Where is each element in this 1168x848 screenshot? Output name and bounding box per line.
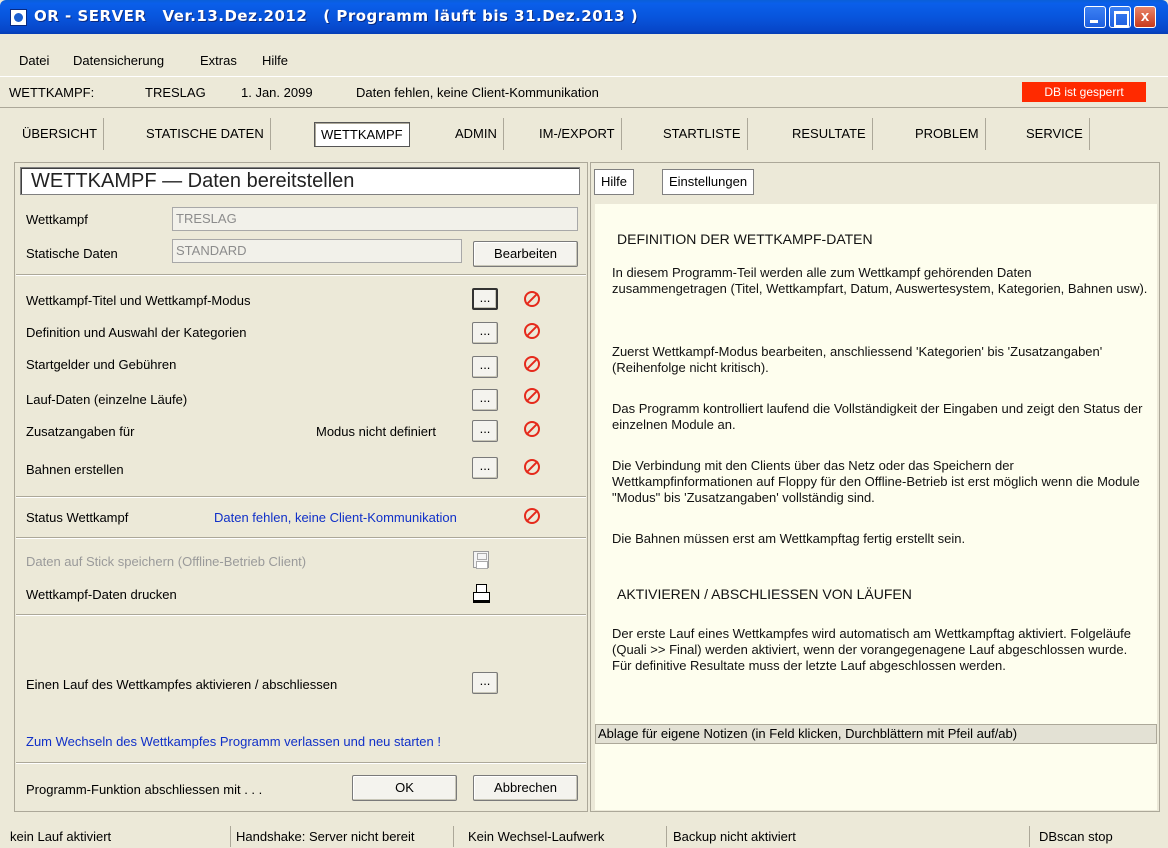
- divider: [16, 496, 586, 498]
- prohibited-icon: [524, 291, 540, 307]
- help-paragraph: Der erste Lauf eines Wettkampfes wird au…: [612, 626, 1132, 673]
- divider: [16, 762, 586, 764]
- close-icon: x: [1140, 8, 1150, 25]
- divider: [16, 274, 586, 276]
- tab-admin[interactable]: ADMIN: [449, 118, 504, 150]
- info-label: WETTKAMPF:: [9, 85, 95, 100]
- status-handshake: Handshake: Server nicht bereit: [233, 826, 454, 847]
- close-button[interactable]: x: [1134, 6, 1156, 28]
- tab-wettkampf[interactable]: WETTKAMPF: [314, 122, 410, 147]
- module-label-courses: Bahnen erstellen: [26, 462, 124, 477]
- menu-hilfe[interactable]: Hilfe: [262, 53, 288, 68]
- status-run: kein Lauf aktiviert: [7, 826, 231, 847]
- module-label-title-mode: Wettkampf-Titel und Wettkampf-Modus: [26, 293, 251, 308]
- module-categories-button[interactable]: ...: [472, 322, 498, 344]
- module-label-runs: Lauf-Daten (einzelne Läufe): [26, 392, 188, 407]
- prohibited-icon: [524, 459, 540, 475]
- status-value: Daten fehlen, keine Client-Kommunikation: [214, 510, 457, 525]
- print-label: Wettkampf-Daten drucken: [26, 587, 177, 602]
- title-bar: OR - SERVER Ver.13.Dez.2012 ( Programm läu…: [0, 0, 1168, 34]
- module-runs-button[interactable]: ...: [472, 389, 498, 411]
- notes-area[interactable]: [595, 744, 1157, 810]
- prohibited-icon: [524, 356, 540, 372]
- tab-uebersicht[interactable]: ÜBERSICHT: [16, 118, 105, 150]
- tab-im-export[interactable]: IM-/EXPORT: [533, 118, 622, 150]
- minimize-button[interactable]: [1084, 6, 1106, 28]
- prohibited-icon: [524, 508, 540, 524]
- module-courses-button[interactable]: ...: [472, 457, 498, 479]
- help-heading-definition: DEFINITION DER WETTKAMPF-DATEN: [617, 231, 873, 247]
- module-label-additional: Zusatzangaben für: [26, 424, 135, 439]
- tab-resultate[interactable]: RESULTATE: [786, 118, 873, 150]
- help-paragraph: In diesem Programm-Teil werden alle zum …: [612, 265, 1148, 296]
- divider: [16, 537, 586, 539]
- title-validity: ( Programm läuft bis 31.Dez.2013 ): [323, 7, 639, 25]
- menu-datei[interactable]: Datei: [19, 53, 49, 68]
- tab-hilfe[interactable]: Hilfe: [594, 169, 635, 195]
- module-label-categories: Definition und Auswahl der Kategorien: [26, 325, 247, 340]
- tab-einstellungen[interactable]: Einstellungen: [662, 169, 755, 195]
- module-label-fees: Startgelder und Gebühren: [26, 357, 177, 372]
- cancel-button[interactable]: Abbrechen: [473, 775, 578, 801]
- stick-save-label: Daten auf Stick speichern (Offline-Betri…: [26, 554, 307, 569]
- floppy-icon[interactable]: [473, 551, 489, 569]
- help-paragraph: Die Verbindung mit den Clients über das …: [612, 458, 1140, 505]
- main-tab-bar: ÜBERSICHT STATISCHE DATEN WETTKAMPF ADMI…: [0, 110, 1168, 156]
- info-competition-name: TRESLAG: [145, 85, 206, 100]
- module-additional-button[interactable]: ...: [472, 420, 498, 442]
- status-label: Status Wettkampf: [26, 510, 129, 525]
- info-date: 1. Jan. 2099: [241, 85, 313, 100]
- ok-button[interactable]: OK: [352, 775, 457, 801]
- tab-service[interactable]: SERVICE: [1020, 118, 1090, 150]
- activate-run-button[interactable]: ...: [472, 672, 498, 694]
- status-bar: kein Lauf aktiviert Handshake: Server ni…: [0, 824, 1168, 848]
- db-status-badge: DB ist gesperrt: [1022, 82, 1146, 102]
- edit-button[interactable]: Bearbeiten: [473, 241, 578, 267]
- status-drive: Kein Wechsel-Laufwerk: [465, 826, 667, 847]
- menu-bar: Datei Datensicherung Extras Hilfe: [0, 34, 1168, 76]
- activate-run-label: Einen Lauf des Wettkampfes aktivieren / …: [26, 677, 338, 692]
- title-version: Ver.13.Dez.2012: [162, 7, 308, 25]
- status-backup: Backup nicht aktiviert: [670, 826, 1030, 847]
- divider: [16, 614, 586, 616]
- page-title: WETTKAMPF — Daten bereitstellen: [20, 167, 580, 195]
- info-bar: WETTKAMPF: TRESLAG 1. Jan. 2099 Daten fe…: [0, 76, 1168, 108]
- prohibited-icon: [524, 421, 540, 437]
- wettkampf-field[interactable]: TRESLAG: [172, 207, 578, 231]
- switch-competition-hint: Zum Wechseln des Wettkampfes Programm ve…: [26, 734, 441, 749]
- help-paragraph: Zuerst Wettkampf-Modus bearbeiten, ansch…: [612, 344, 1103, 375]
- info-status: Daten fehlen, keine Client-Kommunikation: [356, 85, 599, 100]
- notes-label: Ablage für eigene Notizen (in Feld klick…: [595, 724, 1157, 744]
- tab-problem[interactable]: PROBLEM: [909, 118, 986, 150]
- help-heading-activate: AKTIVIEREN / ABSCHLIESSEN VON LÄUFEN: [617, 586, 912, 602]
- static-data-field[interactable]: STANDARD: [172, 239, 462, 263]
- maximize-button[interactable]: [1109, 6, 1131, 28]
- prohibited-icon: [524, 388, 540, 404]
- menu-extras[interactable]: Extras: [200, 53, 237, 68]
- help-paragraph: Die Bahnen müssen erst am Wettkampftag f…: [612, 531, 966, 546]
- module-title-mode-button[interactable]: ...: [472, 288, 498, 310]
- status-dbscan: DBscan stop: [1039, 829, 1113, 844]
- static-data-label: Statische Daten: [26, 246, 118, 261]
- mode-undefined-text: Modus nicht definiert: [316, 424, 436, 439]
- finish-label: Programm-Funktion abschliessen mit . . .: [26, 782, 263, 797]
- prohibited-icon: [524, 323, 540, 339]
- menu-datensicherung[interactable]: Datensicherung: [73, 53, 164, 68]
- printer-icon[interactable]: [473, 584, 490, 601]
- app-icon[interactable]: [10, 9, 27, 26]
- tab-statische-daten[interactable]: STATISCHE DATEN: [140, 118, 271, 150]
- title-app: OR - SERVER: [34, 7, 147, 25]
- help-paragraph: Das Programm kontrolliert laufend die Vo…: [612, 401, 1143, 432]
- tab-startliste[interactable]: STARTLISTE: [657, 118, 748, 150]
- wettkampf-label: Wettkampf: [26, 212, 88, 227]
- window-title: OR - SERVER Ver.13.Dez.2012 ( Programm läu…: [34, 7, 638, 25]
- module-fees-button[interactable]: ...: [472, 356, 498, 378]
